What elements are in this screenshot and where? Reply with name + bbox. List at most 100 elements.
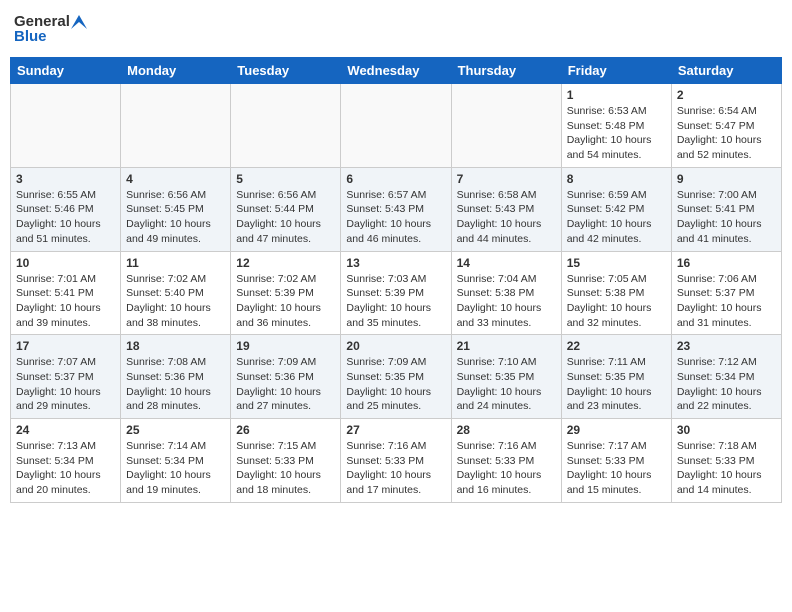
weekday-header-tuesday: Tuesday [231,58,341,84]
weekday-header-wednesday: Wednesday [341,58,451,84]
day-info: Sunrise: 6:59 AM Sunset: 5:42 PM Dayligh… [567,188,666,247]
calendar-cell: 30 Sunrise: 7:18 AM Sunset: 5:33 PM Dayli… [671,419,781,503]
day-number: 13 [346,256,445,270]
weekday-header-friday: Friday [561,58,671,84]
day-number: 17 [16,339,115,353]
day-number: 6 [346,172,445,186]
day-number: 11 [126,256,225,270]
calendar-cell [11,84,121,168]
day-number: 9 [677,172,776,186]
day-number: 18 [126,339,225,353]
logo-blue: Blue [14,29,47,46]
calendar-cell: 26Sunrise: 7:15 AM Sunset: 5:33 PM Dayli… [231,419,341,503]
day-info: Sunrise: 7:05 AM Sunset: 5:38 PM Dayligh… [567,272,666,331]
calendar-cell: 29 Sunrise: 7:17 AM Sunset: 5:33 PM Dayli… [561,419,671,503]
day-number: 16 [677,256,776,270]
calendar-cell: 13 Sunrise: 7:03 AM Sunset: 5:39 PM Dayli… [341,251,451,335]
calendar-cell: 8 Sunrise: 6:59 AM Sunset: 5:42 PM Daylig… [561,167,671,251]
calendar-cell: 15 Sunrise: 7:05 AM Sunset: 5:38 PM Dayli… [561,251,671,335]
day-info: Sunrise: 7:12 AM Sunset: 5:34 PM Dayligh… [677,355,776,414]
calendar-table: SundayMondayTuesdayWednesdayThursdayFrid… [10,57,782,503]
calendar-cell: 28 Sunrise: 7:16 AM Sunset: 5:33 PM Dayli… [451,419,561,503]
day-number: 20 [346,339,445,353]
logo: General Blue [14,14,87,45]
day-info: Sunrise: 7:17 AM Sunset: 5:33 PM Dayligh… [567,439,666,498]
calendar-week-3: 10 Sunrise: 7:01 AM Sunset: 5:41 PM Dayli… [11,251,782,335]
weekday-header-monday: Monday [121,58,231,84]
day-number: 3 [16,172,115,186]
calendar-cell: 27 Sunrise: 7:16 AM Sunset: 5:33 PM Dayli… [341,419,451,503]
day-info: Sunrise: 6:55 AM Sunset: 5:46 PM Dayligh… [16,188,115,247]
day-number: 26 [236,423,335,437]
day-info: Sunrise: 7:11 AM Sunset: 5:35 PM Dayligh… [567,355,666,414]
calendar-cell: 20 Sunrise: 7:09 AM Sunset: 5:35 PM Dayli… [341,335,451,419]
calendar-cell: 7Sunrise: 6:58 AM Sunset: 5:43 PM Daylig… [451,167,561,251]
calendar-cell: 23 Sunrise: 7:12 AM Sunset: 5:34 PM Dayli… [671,335,781,419]
day-number: 21 [457,339,556,353]
day-info: Sunrise: 7:01 AM Sunset: 5:41 PM Dayligh… [16,272,115,331]
calendar-cell: 14 Sunrise: 7:04 AM Sunset: 5:38 PM Dayli… [451,251,561,335]
day-info: Sunrise: 7:07 AM Sunset: 5:37 PM Dayligh… [16,355,115,414]
calendar-cell: 22 Sunrise: 7:11 AM Sunset: 5:35 PM Dayli… [561,335,671,419]
day-number: 10 [16,256,115,270]
day-number: 23 [677,339,776,353]
day-info: Sunrise: 7:04 AM Sunset: 5:38 PM Dayligh… [457,272,556,331]
calendar-cell: 18 Sunrise: 7:08 AM Sunset: 5:36 PM Dayli… [121,335,231,419]
day-number: 4 [126,172,225,186]
day-info: Sunrise: 7:02 AM Sunset: 5:40 PM Dayligh… [126,272,225,331]
day-info: Sunrise: 6:57 AM Sunset: 5:43 PM Dayligh… [346,188,445,247]
day-number: 28 [457,423,556,437]
day-number: 8 [567,172,666,186]
day-info: Sunrise: 7:18 AM Sunset: 5:33 PM Dayligh… [677,439,776,498]
day-info: Sunrise: 7:06 AM Sunset: 5:37 PM Dayligh… [677,272,776,331]
page-header: General Blue [10,10,782,49]
day-info: Sunrise: 6:53 AM Sunset: 5:48 PM Dayligh… [567,104,666,163]
calendar-week-4: 17 Sunrise: 7:07 AM Sunset: 5:37 PM Dayli… [11,335,782,419]
day-number: 7 [457,172,556,186]
day-info: Sunrise: 7:13 AM Sunset: 5:34 PM Dayligh… [16,439,115,498]
day-info: Sunrise: 7:08 AM Sunset: 5:36 PM Dayligh… [126,355,225,414]
day-info: Sunrise: 6:56 AM Sunset: 5:45 PM Dayligh… [126,188,225,247]
calendar-cell [231,84,341,168]
calendar-cell [121,84,231,168]
day-number: 22 [567,339,666,353]
calendar-cell: 3 Sunrise: 6:55 AM Sunset: 5:46 PM Daylig… [11,167,121,251]
day-info: Sunrise: 6:56 AM Sunset: 5:44 PM Dayligh… [236,188,335,247]
day-number: 25 [126,423,225,437]
calendar-cell: 1 Sunrise: 6:53 AM Sunset: 5:48 PM Daylig… [561,84,671,168]
calendar-cell [341,84,451,168]
calendar-cell: 6 Sunrise: 6:57 AM Sunset: 5:43 PM Daylig… [341,167,451,251]
day-number: 15 [567,256,666,270]
day-info: Sunrise: 7:14 AM Sunset: 5:34 PM Dayligh… [126,439,225,498]
calendar-cell: 10 Sunrise: 7:01 AM Sunset: 5:41 PM Dayli… [11,251,121,335]
day-info: Sunrise: 7:16 AM Sunset: 5:33 PM Dayligh… [346,439,445,498]
day-number: 30 [677,423,776,437]
day-info: Sunrise: 7:10 AM Sunset: 5:35 PM Dayligh… [457,355,556,414]
day-info: Sunrise: 7:02 AM Sunset: 5:39 PM Dayligh… [236,272,335,331]
day-info: Sunrise: 7:03 AM Sunset: 5:39 PM Dayligh… [346,272,445,331]
calendar-cell: 16 Sunrise: 7:06 AM Sunset: 5:37 PM Dayli… [671,251,781,335]
calendar-cell: 2Sunrise: 6:54 AM Sunset: 5:47 PM Daylig… [671,84,781,168]
day-number: 27 [346,423,445,437]
day-info: Sunrise: 7:09 AM Sunset: 5:35 PM Dayligh… [346,355,445,414]
day-number: 14 [457,256,556,270]
day-number: 1 [567,88,666,102]
calendar-cell: 11 Sunrise: 7:02 AM Sunset: 5:40 PM Dayli… [121,251,231,335]
day-info: Sunrise: 6:54 AM Sunset: 5:47 PM Dayligh… [677,104,776,163]
calendar-cell: 19Sunrise: 7:09 AM Sunset: 5:36 PM Dayli… [231,335,341,419]
logo-bird-icon [71,15,87,29]
day-number: 12 [236,256,335,270]
calendar-week-2: 3 Sunrise: 6:55 AM Sunset: 5:46 PM Daylig… [11,167,782,251]
calendar-cell: 25 Sunrise: 7:14 AM Sunset: 5:34 PM Dayli… [121,419,231,503]
calendar-cell: 9 Sunrise: 7:00 AM Sunset: 5:41 PM Daylig… [671,167,781,251]
calendar-cell: 17 Sunrise: 7:07 AM Sunset: 5:37 PM Dayli… [11,335,121,419]
weekday-header-sunday: Sunday [11,58,121,84]
day-info: Sunrise: 7:16 AM Sunset: 5:33 PM Dayligh… [457,439,556,498]
weekday-header-row: SundayMondayTuesdayWednesdayThursdayFrid… [11,58,782,84]
calendar-week-1: 1 Sunrise: 6:53 AM Sunset: 5:48 PM Daylig… [11,84,782,168]
day-number: 19 [236,339,335,353]
calendar-cell [451,84,561,168]
day-number: 5 [236,172,335,186]
day-number: 29 [567,423,666,437]
day-info: Sunrise: 7:00 AM Sunset: 5:41 PM Dayligh… [677,188,776,247]
